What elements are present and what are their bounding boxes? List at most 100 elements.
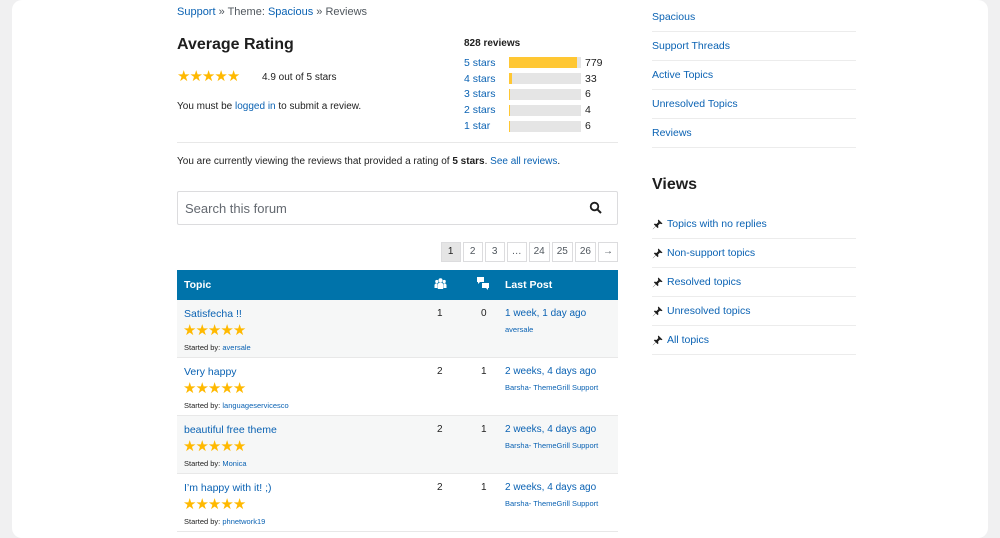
- rating-count: 33: [585, 72, 597, 85]
- rating-filter-link[interactable]: 4 stars: [464, 73, 509, 85]
- sidebar-link[interactable]: Unresolved Topics: [652, 90, 856, 119]
- author-link[interactable]: phnetwork19: [222, 517, 265, 526]
- view-item: Resolved topics: [652, 268, 856, 297]
- pin-icon: [652, 247, 663, 258]
- last-post-author-link[interactable]: aversale: [505, 325, 533, 334]
- table-header: Topic Last Post: [177, 270, 618, 300]
- star-icon: ★: [207, 322, 221, 339]
- breadcrumb-separator: »: [218, 6, 225, 18]
- rating-count: 4: [585, 104, 591, 117]
- search-icon[interactable]: [589, 201, 603, 215]
- page-link[interactable]: 26: [574, 242, 596, 262]
- rating-breakdown-row: 3 stars 6: [464, 87, 619, 103]
- pin-icon: [652, 334, 663, 345]
- rating-bar: [509, 120, 581, 132]
- page-link[interactable]: 2: [462, 242, 483, 262]
- star-icon: ★: [232, 496, 246, 513]
- rating-bar-fill: [509, 73, 512, 85]
- reply-count: 1: [481, 482, 487, 493]
- view-link[interactable]: Unresolved topics: [667, 297, 750, 326]
- rating-filter-link[interactable]: 1 star: [464, 120, 509, 132]
- topic-title-link[interactable]: Satisfecha !!: [184, 308, 242, 320]
- page-link[interactable]: 24: [528, 242, 550, 262]
- last-post-link[interactable]: 2 weeks, 4 days ago: [505, 424, 596, 435]
- filter-note-prefix: You are currently viewing the reviews th…: [177, 156, 450, 167]
- star-icon: ★: [183, 380, 196, 397]
- reply-count: 0: [481, 308, 487, 319]
- view-item: All topics: [652, 326, 856, 355]
- rating-count: 779: [585, 56, 603, 69]
- rating-filter-link[interactable]: 3 stars: [464, 88, 509, 100]
- rating-count: 6: [585, 120, 591, 133]
- review-stars: ★★★★★: [183, 322, 246, 340]
- page-link[interactable]: 3: [484, 242, 505, 262]
- view-link[interactable]: Topics with no replies: [667, 210, 767, 239]
- people-icon: [434, 278, 447, 289]
- search-input[interactable]: [178, 192, 558, 224]
- rating-bar-fill: [509, 57, 577, 69]
- page-ellipsis: …: [506, 242, 527, 262]
- rating-bar-fill: [509, 120, 511, 132]
- view-link[interactable]: All topics: [667, 326, 709, 355]
- sidebar-link[interactable]: Reviews: [652, 119, 856, 148]
- star-icon: ★: [232, 322, 246, 339]
- login-link[interactable]: logged in: [235, 101, 276, 112]
- see-all-reviews-link[interactable]: See all reviews: [490, 156, 557, 167]
- sidebar-link[interactable]: Active Topics: [652, 61, 856, 90]
- rating-breakdown: 828 reviews 5 stars 779 4 stars 33 3 stars 6 2…: [464, 38, 619, 134]
- sidebar-link[interactable]: Support Threads: [652, 32, 856, 61]
- review-stars: ★★★★★: [183, 380, 246, 398]
- filter-note-end: .: [557, 156, 561, 167]
- started-by-label: Started by:: [184, 517, 221, 526]
- filter-note-punct: .: [484, 156, 488, 167]
- star-icon: ★: [207, 380, 221, 397]
- star-icon: ★: [201, 68, 215, 85]
- rating-bar-fill: [509, 88, 511, 100]
- author-link[interactable]: languageservicesco: [222, 401, 288, 410]
- average-rating-text: 4.9 out of 5 stars: [262, 72, 337, 83]
- rating-breakdown-row: 2 stars 4: [464, 102, 619, 118]
- page-next-button[interactable]: →: [598, 242, 618, 262]
- last-post-link[interactable]: 2 weeks, 4 days ago: [505, 366, 596, 377]
- topic-title-link[interactable]: beautiful free theme: [184, 424, 277, 436]
- topic-title-link[interactable]: Very happy: [184, 366, 237, 378]
- view-link[interactable]: Non-support topics: [667, 239, 755, 268]
- voice-count: 1: [437, 308, 443, 319]
- divider: [177, 142, 618, 143]
- filter-note-rating: 5 stars: [452, 156, 485, 167]
- login-note-suffix: to submit a review.: [278, 101, 362, 112]
- rating-filter-link[interactable]: 5 stars: [464, 57, 509, 69]
- breadcrumb-separator: »: [316, 6, 323, 18]
- table-row: Very happy ★★★★★ Started by: languageservi…: [177, 358, 618, 416]
- started-by: Started by: phnetwork19: [184, 517, 265, 526]
- topic-title-link[interactable]: I’m happy with it! ;): [184, 482, 272, 494]
- average-rating-stars: ★ ★ ★ ★ ★: [177, 68, 240, 85]
- header-topic: Topic: [184, 279, 212, 291]
- started-by-label: Started by:: [184, 459, 221, 468]
- last-post-author-link[interactable]: Barsha- ThemeGrill Support: [505, 499, 598, 508]
- last-post-link[interactable]: 2 weeks, 4 days ago: [505, 482, 596, 493]
- page-link[interactable]: 25: [551, 242, 573, 262]
- page-frame: Support » Theme: Spacious » Reviews Aver…: [12, 0, 988, 538]
- author-link[interactable]: aversale: [222, 343, 250, 352]
- last-post-link[interactable]: 1 week, 1 day ago: [505, 308, 586, 319]
- view-link[interactable]: Resolved topics: [667, 268, 741, 297]
- last-post-author-link[interactable]: Barsha- ThemeGrill Support: [505, 441, 598, 450]
- breadcrumb-theme-link[interactable]: Spacious: [268, 6, 313, 18]
- star-icon: ★: [183, 438, 196, 455]
- forum-search: [177, 191, 618, 225]
- sidebar-link[interactable]: Spacious: [652, 0, 856, 32]
- rating-bar: [509, 57, 581, 69]
- rating-bar: [509, 88, 581, 100]
- author-link[interactable]: Monica: [222, 459, 246, 468]
- pagination: 1 2 3… 24 25 26 →: [440, 242, 618, 262]
- breadcrumb-support-link[interactable]: Support: [177, 6, 216, 18]
- last-post-author-link[interactable]: Barsha- ThemeGrill Support: [505, 383, 598, 392]
- pin-icon: [652, 218, 663, 229]
- filter-note: You are currently viewing the reviews th…: [177, 156, 560, 167]
- total-reviews: 828 reviews: [464, 38, 521, 49]
- rating-filter-link[interactable]: 2 stars: [464, 104, 509, 116]
- voice-count: 2: [437, 482, 443, 493]
- star-icon: ★: [177, 68, 190, 85]
- review-stars: ★★★★★: [183, 438, 246, 456]
